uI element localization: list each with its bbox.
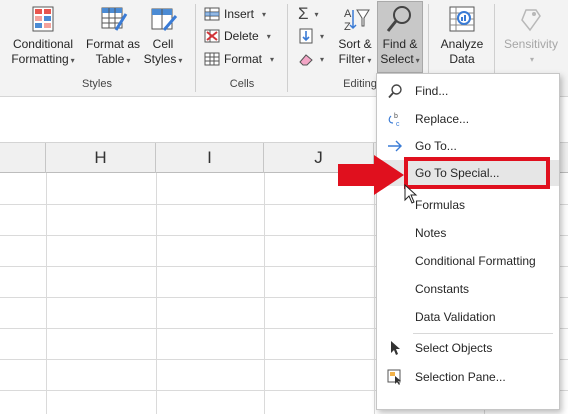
sensitivity-label: Sensitivity xyxy=(503,37,559,51)
insert-button[interactable]: Insert ▾ xyxy=(204,4,266,24)
chevron-down-icon: ▾ xyxy=(266,31,271,41)
chevron-down-icon: ▾ xyxy=(262,9,267,19)
chevron-down-icon: ▾ xyxy=(178,56,183,65)
menu-item-label: Select Objects xyxy=(415,341,493,355)
find-select-label-1: Find & xyxy=(382,37,418,51)
menu-item-conditional-formatting[interactable]: Conditional Formatting xyxy=(377,248,559,274)
grid-line xyxy=(374,173,375,414)
format-as-table-icon xyxy=(101,7,128,31)
red-arrow-icon xyxy=(338,155,404,195)
conditional-formatting-label-2: Formatting xyxy=(11,52,69,66)
grid-line xyxy=(156,173,157,414)
menu-item-label: Go To... xyxy=(415,139,457,153)
sort-filter-icon: A Z xyxy=(344,8,370,33)
svg-text:Z: Z xyxy=(344,21,351,33)
delete-button[interactable]: Delete ▾ xyxy=(204,26,271,46)
sort-filter-label-1: Sort & xyxy=(338,37,372,51)
svg-text:b: b xyxy=(394,113,398,120)
selection-pane-icon xyxy=(387,369,403,385)
cell-styles-label-1: Cell xyxy=(152,37,174,51)
chevron-down-icon: ▾ xyxy=(320,54,325,64)
format-icon xyxy=(204,52,220,66)
chevron-down-icon: ▾ xyxy=(270,54,275,64)
autosum-button[interactable]: Σ ▾ xyxy=(298,4,319,24)
insert-label: Insert xyxy=(224,7,255,21)
grid-line xyxy=(46,173,47,414)
group-separator xyxy=(195,4,196,92)
sigma-icon: Σ xyxy=(298,4,309,23)
chevron-down-icon: ▾ xyxy=(314,9,319,19)
format-as-table-button[interactable]: Format as Table ▾ xyxy=(84,4,142,68)
sort-filter-button[interactable]: A Z Sort & Filter ▾ xyxy=(334,4,376,68)
sensitivity-icon xyxy=(521,9,541,32)
magnifier-icon xyxy=(386,6,411,32)
styles-group-label: Styles xyxy=(82,78,112,90)
cells-group-label: Cells xyxy=(229,78,255,90)
sort-filter-label-2: Filter xyxy=(338,52,366,66)
svg-text:A: A xyxy=(344,8,352,20)
format-button[interactable]: Format ▾ xyxy=(204,49,274,69)
menu-item-label: Replace... xyxy=(415,112,470,126)
editing-group-label: Editing xyxy=(343,78,377,90)
menu-item-label: Find... xyxy=(415,84,449,98)
magnifier-icon xyxy=(387,83,403,99)
menu-separator xyxy=(413,333,553,334)
replace-icon: bc xyxy=(387,111,403,127)
chevron-down-icon: ▾ xyxy=(529,55,534,64)
chevron-down-icon: ▾ xyxy=(126,56,131,65)
chevron-down-icon: ▾ xyxy=(367,56,372,65)
menu-item-label: Formulas xyxy=(415,198,466,212)
conditional-formatting-label-1: Conditional xyxy=(12,37,74,51)
delete-icon xyxy=(204,29,220,43)
menu-item-notes[interactable]: Notes xyxy=(377,220,559,246)
cell-styles-button[interactable]: Cell Styles ▾ xyxy=(142,4,184,68)
grid-line xyxy=(264,173,265,414)
pointer-icon xyxy=(387,340,403,356)
analyze-data-label-2: Data xyxy=(449,52,475,66)
cell-styles-label-2: Styles xyxy=(143,52,177,66)
menu-item-label: Constants xyxy=(415,282,470,296)
fill-button[interactable]: ▾ xyxy=(298,26,324,46)
mouse-cursor-icon xyxy=(404,184,418,204)
group-separator xyxy=(287,4,288,92)
menu-item-constants[interactable]: Constants xyxy=(377,276,559,302)
chevron-down-icon: ▾ xyxy=(70,56,75,65)
delete-label: Delete xyxy=(224,29,259,43)
column-header-left[interactable] xyxy=(0,143,46,173)
analyze-data-icon xyxy=(449,6,475,32)
menu-item-find[interactable]: Find... xyxy=(377,78,559,104)
menu-item-label: Data Validation xyxy=(415,310,496,324)
insert-icon xyxy=(204,7,220,21)
menu-item-label: Selection Pane... xyxy=(415,370,506,384)
find-select-label-2: Select xyxy=(380,52,414,66)
fill-down-icon xyxy=(299,28,313,44)
chevron-down-icon: ▾ xyxy=(415,56,420,65)
menu-item-label: Notes xyxy=(415,226,447,240)
column-header-h[interactable]: H xyxy=(46,143,156,173)
analyze-data-button[interactable]: Analyze Data xyxy=(436,4,488,67)
chevron-down-icon: ▾ xyxy=(320,31,325,41)
conditional-formatting-button[interactable]: Conditional Formatting ▾ xyxy=(8,4,78,68)
highlight-box xyxy=(404,157,550,189)
format-label: Format xyxy=(224,52,263,66)
menu-item-selection-pane[interactable]: Selection Pane... xyxy=(377,364,559,390)
format-as-table-label-1: Format as xyxy=(85,37,140,51)
conditional-formatting-icon xyxy=(32,6,54,32)
menu-item-replace[interactable]: bc Replace... xyxy=(377,106,559,132)
menu-item-select-objects[interactable]: Select Objects xyxy=(377,335,559,361)
format-as-table-label-2: Table xyxy=(95,52,125,66)
menu-item-label: Conditional Formatting xyxy=(415,254,536,268)
sensitivity-button[interactable]: Sensitivity ▾ xyxy=(500,4,562,67)
menu-item-data-validation[interactable]: Data Validation xyxy=(377,304,559,330)
analyze-data-label-1: Analyze xyxy=(440,37,484,51)
cell-styles-icon xyxy=(151,8,178,31)
find-select-menu: Find... bc Replace... Go To... Go To Spe… xyxy=(376,73,560,410)
find-select-button[interactable]: Find & Select ▾ xyxy=(377,4,423,68)
column-header-i[interactable]: I xyxy=(156,143,264,173)
eraser-icon xyxy=(299,54,313,66)
arrow-right-icon xyxy=(387,138,403,154)
svg-text:c: c xyxy=(396,121,400,127)
clear-button[interactable]: ▾ xyxy=(298,49,324,69)
